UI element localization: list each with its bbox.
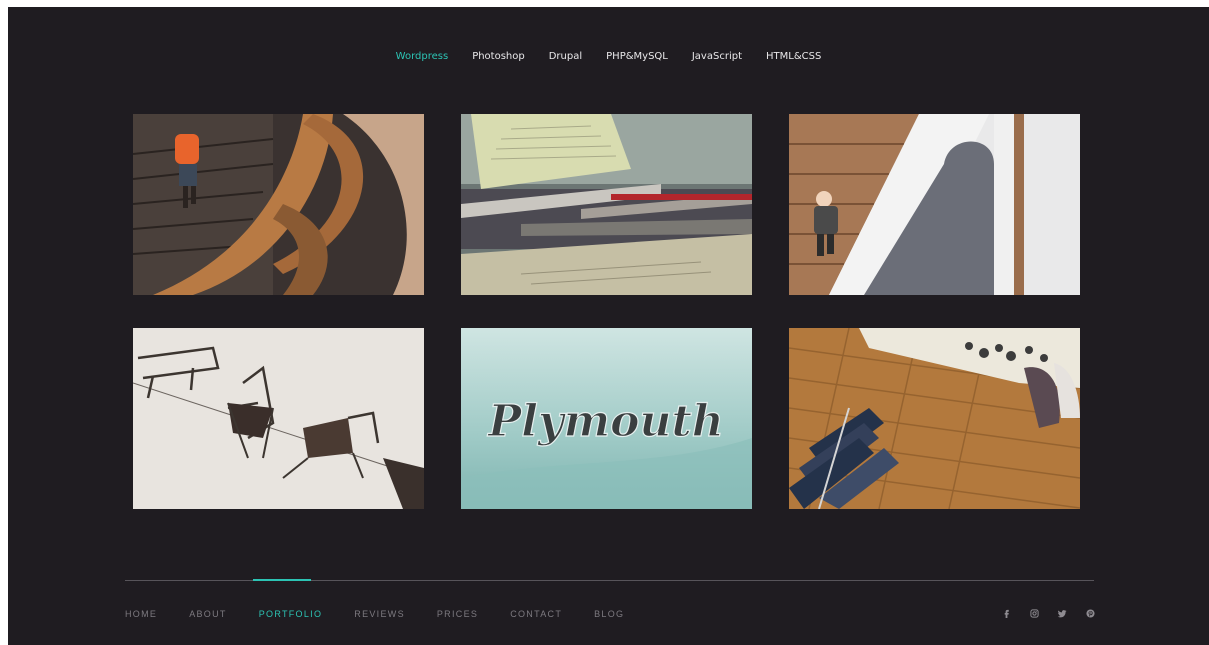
active-nav-indicator (253, 579, 311, 581)
plymouth-emblem-photo: Plymouth (461, 328, 752, 509)
nav-home[interactable]: HOME (125, 609, 157, 619)
nav-about[interactable]: ABOUT (189, 609, 227, 619)
portfolio-grid: Plymouth (133, 114, 1080, 509)
portfolio-filters: Wordpress Photoshop Drupal PHP&MySQL Jav… (8, 51, 1209, 62)
pens-on-desk-photo (461, 114, 752, 295)
portfolio-item-clothing-rack[interactable] (789, 328, 1080, 509)
filter-php-mysql[interactable]: PHP&MySQL (606, 51, 668, 62)
nav-reviews[interactable]: REVIEWS (354, 609, 405, 619)
portfolio-item-spiral-staircase[interactable] (133, 114, 424, 295)
nav-portfolio[interactable]: PORTFOLIO (259, 609, 323, 619)
nav-blog[interactable]: BLOG (594, 609, 624, 619)
filter-photoshop[interactable]: Photoshop (472, 51, 525, 62)
clothing-rack-photo (789, 328, 1080, 509)
filter-wordpress[interactable]: Wordpress (396, 51, 449, 62)
portfolio-item-plymouth[interactable]: Plymouth (461, 328, 752, 509)
twitter-icon[interactable] (1057, 607, 1067, 619)
pinterest-icon[interactable] (1085, 607, 1095, 619)
portfolio-item-pens-desk[interactable] (461, 114, 752, 295)
facebook-icon[interactable] (1001, 607, 1011, 619)
spiral-staircase-photo (133, 114, 424, 295)
portfolio-item-hanging-chairs[interactable] (133, 328, 424, 509)
portfolio-item-man-stairs[interactable] (789, 114, 1080, 295)
plymouth-emblem-text: Plymouth (486, 396, 724, 447)
filter-html-css[interactable]: HTML&CSS (766, 51, 821, 62)
nav-prices[interactable]: PRICES (437, 609, 478, 619)
man-on-staircase-photo (789, 114, 1080, 295)
social-links (1001, 607, 1095, 619)
page-frame: Wordpress Photoshop Drupal PHP&MySQL Jav… (8, 7, 1209, 645)
filter-drupal[interactable]: Drupal (549, 51, 582, 62)
hanging-chairs-photo (133, 328, 424, 509)
filter-javascript[interactable]: JavaScript (692, 51, 742, 62)
footer-nav: HOME ABOUT PORTFOLIO REVIEWS PRICES CONT… (125, 609, 656, 619)
nav-contact[interactable]: CONTACT (510, 609, 562, 619)
instagram-icon[interactable] (1029, 607, 1039, 619)
